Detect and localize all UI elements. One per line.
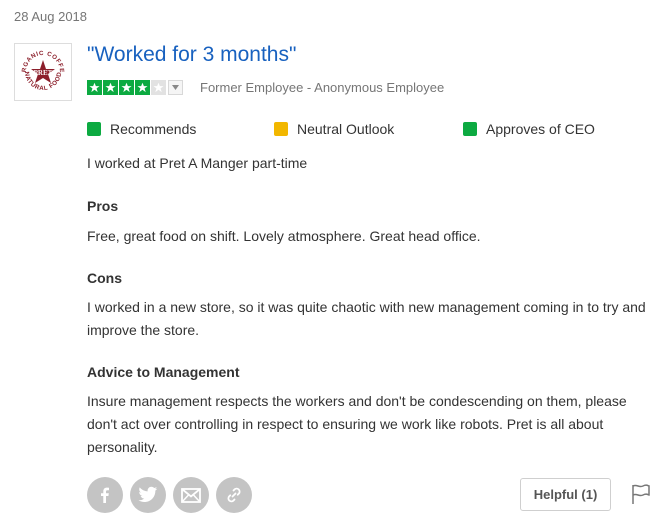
outlook-label: Approves of CEO	[486, 121, 595, 137]
pros-text: Free, great food on shift. Lovely atmosp…	[87, 228, 481, 244]
advice-heading: Advice to Management	[87, 364, 240, 380]
outlook-ceo: Approves of CEO	[463, 121, 595, 137]
review-main-text: I worked at Pret A Manger part-time	[87, 155, 308, 171]
svg-text:PRET: PRET	[34, 69, 53, 77]
email-icon	[181, 487, 201, 503]
share-buttons	[87, 477, 252, 513]
pret-logo-icon: ORGANIC COFFEE NATURAL FOOD PRET	[18, 47, 65, 92]
star-icon	[87, 79, 102, 95]
green-square-icon	[87, 122, 101, 136]
outlook-neutral: Neutral Outlook	[274, 121, 463, 137]
company-logo[interactable]: ORGANIC COFFEE NATURAL FOOD PRET	[14, 43, 72, 101]
flag-icon[interactable]	[630, 483, 652, 505]
link-icon	[227, 487, 241, 503]
star-icon	[151, 79, 166, 95]
share-facebook-button[interactable]	[87, 477, 123, 513]
yellow-square-icon	[274, 122, 288, 136]
outlook-indicators: Recommends Neutral Outlook Approves of C…	[87, 121, 595, 137]
share-email-button[interactable]	[173, 477, 209, 513]
review-date: 28 Aug 2018	[14, 9, 88, 24]
twitter-icon	[138, 486, 158, 502]
outlook-label: Neutral Outlook	[297, 121, 395, 137]
cons-text: I worked in a new store, so it was quite…	[87, 299, 646, 338]
green-square-icon	[463, 122, 477, 136]
star-rating[interactable]	[87, 79, 166, 95]
rating-dropdown-caret[interactable]	[168, 79, 183, 95]
rating-row: Former Employee - Anonymous Employee	[87, 79, 444, 95]
cons-heading: Cons	[87, 270, 122, 286]
chevron-down-icon	[172, 84, 179, 90]
outlook-label: Recommends	[110, 121, 197, 137]
author-info: Former Employee - Anonymous Employee	[200, 79, 445, 95]
advice-text: Insure management respects the workers a…	[87, 393, 627, 455]
facebook-icon	[101, 487, 109, 503]
outlook-recommends: Recommends	[87, 121, 274, 137]
star-icon	[119, 79, 134, 95]
share-twitter-button[interactable]	[130, 477, 166, 513]
pros-heading: Pros	[87, 198, 119, 214]
helpful-button[interactable]: Helpful (1)	[520, 478, 611, 511]
star-icon	[103, 79, 118, 95]
star-icon	[135, 79, 150, 95]
share-link-button[interactable]	[216, 477, 252, 513]
review-title[interactable]: "Worked for 3 months"	[87, 43, 296, 67]
